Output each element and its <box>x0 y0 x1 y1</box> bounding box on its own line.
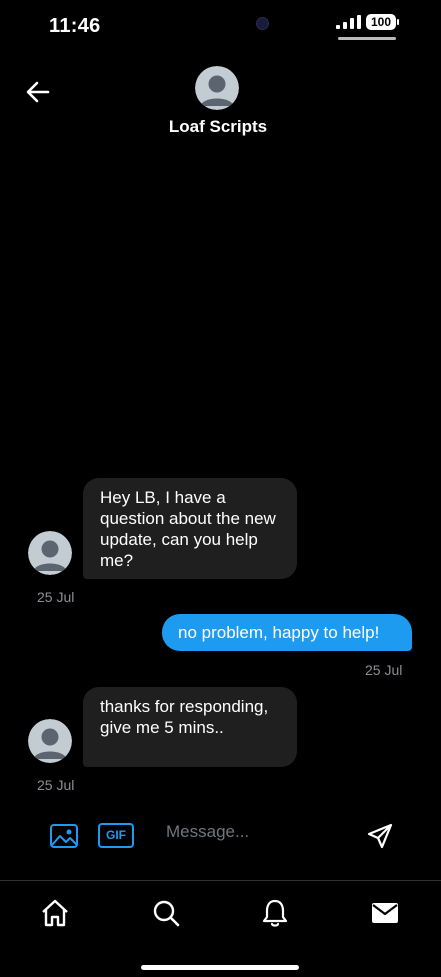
default-avatar-icon <box>195 66 239 110</box>
home-icon[interactable] <box>39 897 71 929</box>
message-bubble-incoming[interactable]: thanks for responding, give me 5 mins.. <box>83 687 297 767</box>
default-avatar-icon <box>28 719 72 763</box>
message-timestamp: 25 Jul <box>37 777 75 793</box>
default-avatar-icon <box>28 531 72 575</box>
arrow-left-icon[interactable] <box>24 78 52 106</box>
signal-icon <box>336 15 361 29</box>
gif-button[interactable]: GIF <box>98 823 134 848</box>
image-icon[interactable] <box>49 821 79 851</box>
header-avatar[interactable] <box>195 66 239 110</box>
message-timestamp: 25 Jul <box>365 662 403 678</box>
camera-dot <box>256 17 269 30</box>
mail-icon[interactable] <box>369 897 401 929</box>
status-time: 11:46 <box>49 15 101 37</box>
message-input[interactable] <box>166 818 346 846</box>
bell-icon[interactable] <box>259 897 291 929</box>
sender-avatar[interactable] <box>28 531 72 575</box>
battery-tip <box>397 19 399 25</box>
search-icon[interactable] <box>150 897 182 929</box>
nav-divider <box>0 880 441 881</box>
send-icon[interactable] <box>366 822 394 850</box>
status-indicator-line <box>338 37 396 40</box>
home-indicator <box>141 965 299 970</box>
status-bar: 11:46 100 <box>0 0 441 52</box>
conversation-title[interactable]: Loaf Scripts <box>0 117 436 137</box>
message-bubble-incoming[interactable]: Hey LB, I have a question about the new … <box>83 478 297 579</box>
battery-icon: 100 <box>366 14 396 30</box>
message-timestamp: 25 Jul <box>37 589 75 605</box>
message-bubble-outgoing[interactable]: no problem, happy to help! <box>162 614 412 651</box>
sender-avatar[interactable] <box>28 719 72 763</box>
